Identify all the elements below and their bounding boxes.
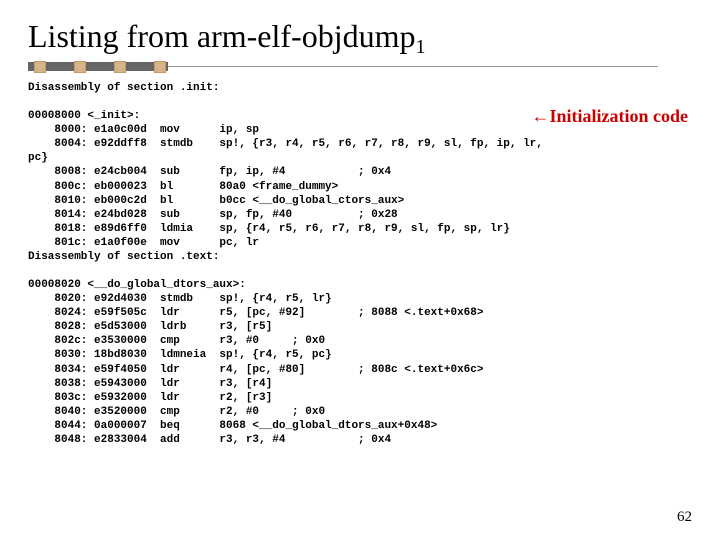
- rule-square-icon: [114, 61, 126, 73]
- page-number: 62: [677, 509, 692, 526]
- rule-square-icon: [74, 61, 86, 73]
- code-listing: Disassembly of section .init: 00008000 <…: [28, 81, 692, 447]
- rule-bar: [28, 62, 168, 71]
- slide: Listing from arm-elf-objdump1 ←Initializ…: [0, 0, 720, 540]
- arrow-left-icon: ←: [532, 106, 550, 126]
- annotation-label: ←Initialization code: [532, 106, 689, 127]
- title-main: Listing from arm-elf-objdump: [28, 18, 415, 54]
- title-rule: [28, 59, 692, 73]
- slide-title: Listing from arm-elf-objdump1: [28, 18, 692, 55]
- annotation-text: Initialization code: [550, 106, 689, 126]
- rule-square-icon: [34, 61, 46, 73]
- rule-square-icon: [154, 61, 166, 73]
- title-subscript: 1: [415, 36, 425, 58]
